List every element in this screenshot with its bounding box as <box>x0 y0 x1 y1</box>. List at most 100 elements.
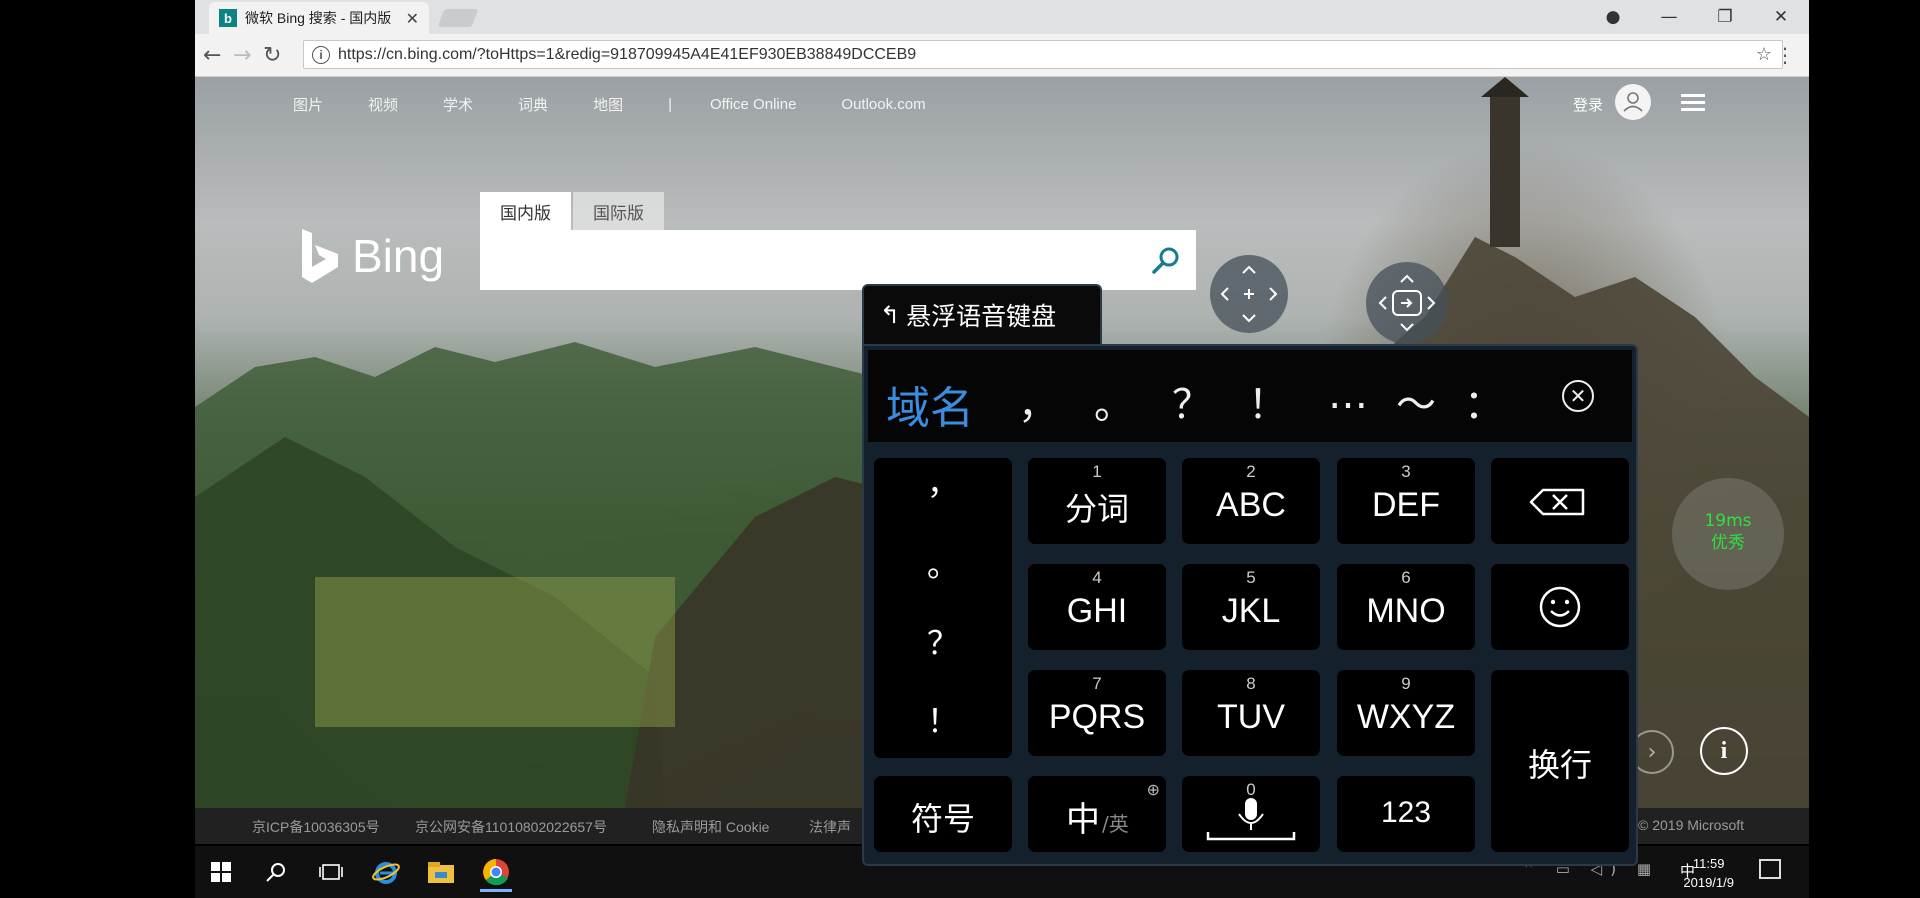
latency-rating: 优秀 <box>1711 533 1745 553</box>
close-tab-icon[interactable]: ✕ <box>406 9 419 28</box>
tab-international[interactable]: 国际版 <box>573 192 664 230</box>
info-icon[interactable]: i <box>1700 727 1748 775</box>
candidate-primary[interactable]: 域名 <box>886 372 974 436</box>
nav-item-maps[interactable]: 地图 <box>593 94 623 115</box>
account-icon[interactable]: ● <box>1585 7 1641 27</box>
file-explorer-icon[interactable] <box>425 856 457 888</box>
avatar[interactable] <box>1615 84 1651 120</box>
key-3-def[interactable]: 3 DEF <box>1337 458 1475 544</box>
punctuation-key[interactable]: ， 。 ？ ！ <box>874 458 1012 758</box>
emoji-key[interactable] <box>1491 564 1629 650</box>
keyboard-title-tab[interactable]: ↰ 悬浮语音键盘 <box>862 284 1102 344</box>
key-7-pqrs[interactable]: 7 PQRS <box>1028 670 1166 756</box>
close-window-icon[interactable]: ✕ <box>1753 7 1809 27</box>
key-8-tuv[interactable]: 8 TUV <box>1182 670 1320 756</box>
tab-domestic[interactable]: 国内版 <box>480 192 571 230</box>
backspace-icon <box>1529 488 1585 516</box>
taskbar-search-icon[interactable] <box>260 856 292 888</box>
voice-space-key[interactable]: 0 <box>1182 776 1320 852</box>
new-tab-button[interactable] <box>437 9 479 27</box>
logo-wordmark: Bing <box>352 230 445 282</box>
restore-icon[interactable]: ❐ <box>1697 7 1753 27</box>
search-scope-tabs: 国内版 国际版 <box>480 192 664 230</box>
bing-top-nav: 图片 视频 学术 词典 地图 | Office Online Outlook.c… <box>293 94 971 115</box>
search-input[interactable] <box>492 240 1136 282</box>
menu-kebab-icon[interactable]: ⋮ <box>1775 43 1795 67</box>
forward-icon[interactable]: → <box>233 43 251 68</box>
punct-period: 。 <box>926 546 959 584</box>
key-4-ghi[interactable]: 4 GHI <box>1028 564 1166 650</box>
nav-item-images[interactable]: 图片 <box>293 94 323 115</box>
candidate-bar: 域名 ， 。 ？ ！ … ～ ： ✕ <box>868 350 1632 442</box>
nav-link-outlook[interactable]: Outlook.com <box>841 96 925 113</box>
browser-tabstrip: b 微软 Bing 搜索 - 国内版 ✕ ● — ❐ ✕ <box>195 0 1809 34</box>
footer-legal[interactable]: 法律声 <box>809 817 851 837</box>
chrome-icon[interactable] <box>480 854 512 892</box>
bookmark-star-icon[interactable]: ☆ <box>1756 44 1772 65</box>
drag-handle-icon[interactable] <box>1366 262 1448 344</box>
site-info-icon[interactable]: i <box>312 45 330 64</box>
candidate-item[interactable]: 。 <box>1094 372 1134 430</box>
bing-favicon-icon: b <box>219 9 237 27</box>
internet-explorer-icon[interactable] <box>370 856 402 888</box>
taskbar-clock[interactable]: 11:59 2019/1/9 <box>1683 854 1734 892</box>
footer-copyright: © 2019 Microsoft <box>1638 817 1745 833</box>
minimize-icon[interactable]: — <box>1641 7 1697 27</box>
key-6-mno[interactable]: 6 MNO <box>1337 564 1475 650</box>
key-label: 123 <box>1380 796 1432 829</box>
clock-time: 11:59 <box>1692 856 1725 871</box>
reload-icon[interactable]: ↻ <box>263 43 281 68</box>
windows-start-icon[interactable] <box>205 856 237 888</box>
key-number: 1 <box>1092 462 1102 481</box>
numeric-keyboard-key[interactable]: 123 <box>1337 776 1475 852</box>
task-view-icon[interactable] <box>315 856 347 888</box>
key-5-jkl[interactable]: 5 JKL <box>1182 564 1320 650</box>
url-text[interactable]: https://cn.bing.com/?toHttps=1&redig=918… <box>338 46 916 64</box>
nav-item-academic[interactable]: 学术 <box>443 94 473 115</box>
candidate-item[interactable]: ： <box>1464 372 1504 430</box>
back-arrow-icon[interactable]: ↰ <box>880 301 900 329</box>
move-arrows-icon[interactable] <box>1210 255 1288 333</box>
close-candidates-icon[interactable]: ✕ <box>1562 380 1594 412</box>
key-label: 分词 <box>1064 490 1129 528</box>
candidate-item[interactable]: ， <box>1018 372 1058 430</box>
key-9-wxyz[interactable]: 9 WXYZ <box>1337 670 1475 756</box>
browser-tab[interactable]: b 微软 Bing 搜索 - 国内版 ✕ <box>209 2 429 34</box>
user-icon <box>1623 92 1643 112</box>
search-icon[interactable] <box>1150 244 1182 276</box>
candidate-item[interactable]: ！ <box>1248 372 1288 430</box>
key-label: TUV <box>1217 698 1285 736</box>
enter-key[interactable]: 换行 <box>1491 670 1629 852</box>
key-label: PQRS <box>1048 698 1146 736</box>
key-2-abc[interactable]: 2 ABC <box>1182 458 1320 544</box>
key-label: ABC <box>1216 486 1286 524</box>
key-number: 9 <box>1401 674 1411 693</box>
login-link[interactable]: 登录 <box>1573 94 1603 115</box>
nav-link-office-online[interactable]: Office Online <box>710 96 796 113</box>
footer-police-record[interactable]: 京公网安备11010802022657号 <box>415 817 607 837</box>
address-bar[interactable]: i https://cn.bing.com/?toHttps=1&redig=9… <box>303 40 1783 69</box>
globe-icon: ⊕ <box>1146 780 1160 799</box>
back-icon[interactable]: ← <box>203 43 221 68</box>
candidate-item[interactable]: … <box>1328 372 1368 418</box>
hamburger-menu-icon[interactable] <box>1681 94 1705 112</box>
key-number: 2 <box>1246 462 1256 481</box>
symbols-key[interactable]: 符号 <box>874 776 1012 852</box>
punct-question: ？ <box>926 624 959 662</box>
footer-privacy-cookie[interactable]: 隐私声明和 Cookie <box>652 817 769 837</box>
nav-item-videos[interactable]: 视频 <box>368 94 398 115</box>
voice-keyboard-panel: 域名 ， 。 ？ ！ … ～ ： ✕ ， 。 ？ ！ 1 分词 2 ABC 3 … <box>862 344 1638 866</box>
key-1-segment[interactable]: 1 分词 <box>1028 458 1166 544</box>
keyboard-title: 悬浮语音键盘 <box>906 302 1057 331</box>
footer-icp[interactable]: 京ICP备10036305号 <box>252 817 380 837</box>
backspace-key[interactable] <box>1491 458 1629 544</box>
lang-main: 中 <box>1066 800 1100 840</box>
candidate-item[interactable]: ？ <box>1172 372 1212 430</box>
language-switch-key[interactable]: 中 /英 ⊕ <box>1028 776 1166 852</box>
key-label: JKL <box>1221 592 1281 630</box>
candidate-item[interactable]: ～ <box>1396 372 1436 430</box>
clock-date: 2019/1/9 <box>1683 875 1734 890</box>
nav-item-dictionary[interactable]: 词典 <box>518 94 548 115</box>
key-number: 4 <box>1092 568 1102 587</box>
notification-center-icon[interactable] <box>1759 859 1781 879</box>
